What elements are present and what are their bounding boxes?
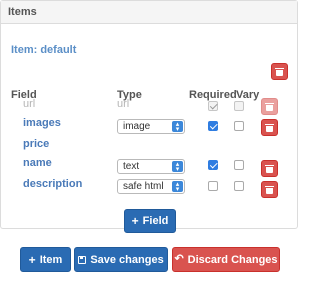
- add-field-label: Field: [142, 215, 169, 227]
- up-down-arrow-icon: ▴ ▾: [172, 121, 183, 133]
- delete-field-images-button[interactable]: [261, 119, 278, 136]
- select-value: safe html: [123, 181, 164, 192]
- items-panel: Items Item: default Field Type Required …: [0, 0, 298, 233]
- delete-field-name-button[interactable]: [261, 160, 278, 177]
- field-type-select-images[interactable]: image ▴ ▾: [117, 119, 185, 134]
- save-changes-label: Save changes: [90, 253, 164, 266]
- discard-changes-button[interactable]: ↶ Discard Changes: [172, 247, 280, 272]
- vary-checkbox-description[interactable]: [234, 181, 244, 191]
- add-item-button[interactable]: + Item: [20, 247, 71, 272]
- discard-changes-label: Discard Changes: [187, 253, 278, 266]
- delete-field-url-button: [261, 98, 278, 115]
- field-name-price: price: [23, 138, 50, 150]
- field-name-name: name: [23, 157, 52, 169]
- field-type-url: url: [117, 98, 130, 110]
- field-type-select-description[interactable]: safe html ▴ ▾: [117, 179, 185, 194]
- select-value: text: [123, 161, 140, 172]
- required-checkbox-images[interactable]: [208, 121, 218, 131]
- trash-icon: [275, 67, 284, 76]
- field-name-images: images: [23, 117, 61, 129]
- plus-icon: +: [28, 252, 36, 267]
- field-name-description: description: [23, 178, 83, 190]
- floppy-disk-icon: [78, 255, 87, 264]
- panel-heading: Items: [1, 1, 297, 24]
- up-down-arrow-icon: ▴ ▾: [172, 181, 183, 193]
- delete-field-description-button[interactable]: [261, 181, 278, 198]
- trash-icon: [265, 164, 274, 173]
- vary-checkbox-url: [234, 101, 244, 111]
- trash-icon: [265, 185, 274, 194]
- vary-checkbox-name[interactable]: [234, 160, 244, 170]
- required-checkbox-name[interactable]: [208, 160, 218, 170]
- trash-icon: [265, 102, 274, 111]
- add-field-button[interactable]: + Field: [124, 209, 176, 233]
- save-changes-button[interactable]: Save changes: [74, 247, 168, 272]
- undo-icon: ↶: [174, 253, 184, 265]
- field-name-url: url: [23, 98, 36, 110]
- required-checkbox-url: [208, 101, 218, 111]
- header-required: Required: [189, 89, 237, 101]
- plus-icon: +: [131, 214, 139, 228]
- field-type-select-name[interactable]: text ▴ ▾: [117, 159, 185, 174]
- up-down-arrow-icon: ▴ ▾: [172, 161, 183, 173]
- delete-item-button[interactable]: [271, 63, 288, 80]
- panel-title: Items: [8, 6, 37, 18]
- vary-checkbox-images[interactable]: [234, 121, 244, 131]
- trash-icon: [265, 123, 274, 132]
- add-item-label: Item: [39, 253, 63, 266]
- required-checkbox-description[interactable]: [208, 181, 218, 191]
- select-value: image: [123, 121, 151, 132]
- header-vary: Vary: [236, 89, 260, 101]
- item-title: Item: default: [11, 44, 77, 56]
